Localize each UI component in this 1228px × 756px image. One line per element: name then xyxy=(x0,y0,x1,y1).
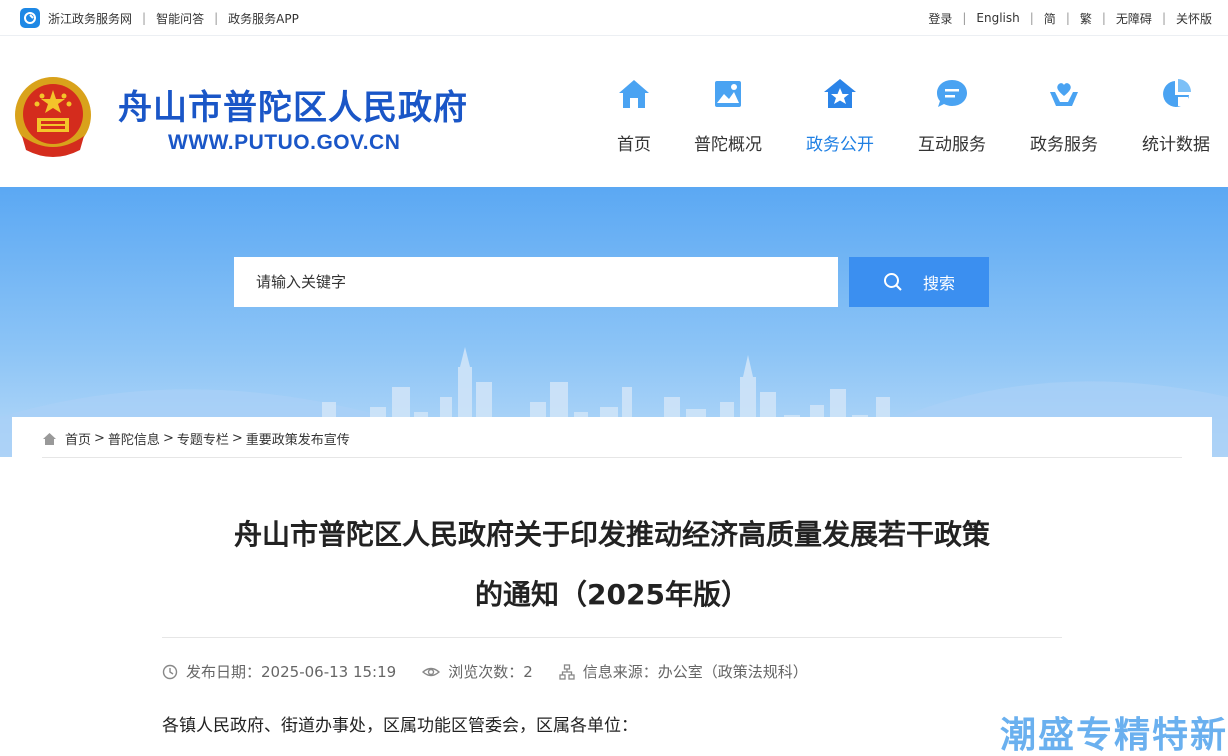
breadcrumb-home[interactable]: 首页 xyxy=(65,429,91,448)
divider xyxy=(42,457,1182,458)
home-icon xyxy=(619,80,649,108)
smart-qa-link[interactable]: 智能问答 xyxy=(156,10,204,27)
view-count-value: 2 xyxy=(523,662,533,681)
accessibility-link[interactable]: 无障碍 xyxy=(1116,10,1152,27)
site-header: 舟山市普陀区人民政府 WWW.PUTUO.GOV.CN 首页 普陀概况 政务公开 xyxy=(0,36,1228,187)
zhejiang-gov-service-link[interactable]: 浙江政务服务网 xyxy=(48,10,132,27)
info-source-value: 办公室（政策法规科） xyxy=(657,663,808,681)
separator: | xyxy=(214,11,219,25)
breadcrumb-policy-release[interactable]: 重要政策发布宣传 xyxy=(246,429,350,448)
separator: | xyxy=(962,11,967,25)
zhejiang-gov-logo-icon xyxy=(20,8,40,28)
national-emblem-icon[interactable] xyxy=(12,74,94,160)
top-left-links: 浙江政务服务网 | 智能问答 | 政务服务APP xyxy=(20,0,299,36)
separator: | xyxy=(1101,11,1106,25)
search-button-label: 搜索 xyxy=(922,274,955,293)
separator: | xyxy=(1065,11,1070,25)
search-button[interactable]: 搜索 xyxy=(849,257,989,307)
nav-gov-service[interactable]: 政务服务 xyxy=(1008,76,1120,155)
article-meta: 发布日期： 2025-06-13 15:19 浏览次数： 2 信息来源： 办公室… xyxy=(162,661,834,682)
gov-app-link[interactable]: 政务服务APP xyxy=(228,10,299,27)
org-chart-icon xyxy=(559,663,575,680)
home-icon xyxy=(43,432,56,445)
article-salutation: 各镇人民政府、街道办事处，区属功能区管委会，区属各单位： xyxy=(162,716,638,736)
nav-label: 普陀概况 xyxy=(694,135,762,155)
separator: | xyxy=(142,11,147,25)
breadcrumb-separator: > xyxy=(231,431,243,446)
top-utility-bar: 浙江政务服务网 | 智能问答 | 政务服务APP 登录 | English | … xyxy=(0,0,1228,36)
nav-gov-affairs-open[interactable]: 政务公开 xyxy=(784,76,896,155)
house-star-icon xyxy=(824,79,856,108)
breadcrumb-special-topics[interactable]: 专题专栏 xyxy=(177,429,229,448)
nav-putuo-overview[interactable]: 普陀概况 xyxy=(672,76,784,155)
breadcrumb-separator: > xyxy=(162,431,174,446)
nav-label: 互动服务 xyxy=(918,135,986,155)
article-title: 舟山市普陀区人民政府关于印发推动经济高质量发展若干政策 的通知（2025年版） xyxy=(162,505,1062,625)
elderly-care-mode-link[interactable]: 关怀版 xyxy=(1176,10,1212,27)
breadcrumb-putuo-info[interactable]: 普陀信息 xyxy=(108,429,160,448)
separator: | xyxy=(1029,11,1034,25)
publish-date-label: 发布日期： xyxy=(186,663,262,681)
chat-bubble-icon xyxy=(937,80,967,107)
info-source: 信息来源： 办公室（政策法规科） xyxy=(559,661,808,682)
search-input[interactable] xyxy=(234,257,838,307)
publish-date: 发布日期： 2025-06-13 15:19 xyxy=(162,661,396,682)
traditional-chinese-link[interactable]: 繁 xyxy=(1080,10,1092,27)
view-count-label: 浏览次数： xyxy=(448,663,524,681)
main-nav: 首页 普陀概况 政务公开 互动服务 政务服务 统计数据 xyxy=(578,36,1228,187)
nav-label: 政务服务 xyxy=(1030,135,1098,155)
separator: | xyxy=(1161,11,1166,25)
article-panel: 首页 > 普陀信息 > 专题专栏 > 重要政策发布宣传 舟山市普陀区人民政府关于… xyxy=(12,417,1212,756)
divider xyxy=(162,637,1062,638)
nav-label: 统计数据 xyxy=(1142,135,1210,155)
nav-interactive-service[interactable]: 互动服务 xyxy=(896,76,1008,155)
nav-statistics[interactable]: 统计数据 xyxy=(1120,76,1228,155)
article-title-line2: 的通知（2025年版） xyxy=(475,578,749,611)
simplified-chinese-link[interactable]: 简 xyxy=(1044,10,1056,27)
article-title-line1: 舟山市普陀区人民政府关于印发推动经济高质量发展若干政策 xyxy=(233,518,990,551)
eye-icon xyxy=(422,667,441,676)
nav-label: 政务公开 xyxy=(806,135,874,155)
publish-date-value: 2025-06-13 15:19 xyxy=(261,662,397,681)
search-icon xyxy=(883,273,902,291)
view-count: 浏览次数： 2 xyxy=(422,661,533,682)
watermark: 潮盛专精特新 xyxy=(999,715,1228,756)
site-url: WWW.PUTUO.GOV.CN xyxy=(168,131,401,154)
breadcrumb-separator: > xyxy=(94,431,105,446)
english-link[interactable]: English xyxy=(976,11,1019,25)
site-title[interactable]: 舟山市普陀区人民政府 xyxy=(118,80,468,129)
heart-hand-icon xyxy=(1050,83,1078,106)
top-right-links: 登录 | English | 简 | 繁 | 无障碍 | 关怀版 xyxy=(928,0,1212,36)
breadcrumb: 首页 > 普陀信息 > 专题专栏 > 重要政策发布宣传 xyxy=(42,429,350,448)
pie-chart-icon xyxy=(1163,79,1191,107)
clock-icon xyxy=(162,664,178,679)
info-source-label: 信息来源： xyxy=(582,663,658,681)
login-link[interactable]: 登录 xyxy=(928,10,952,27)
landscape-icon xyxy=(715,81,741,107)
